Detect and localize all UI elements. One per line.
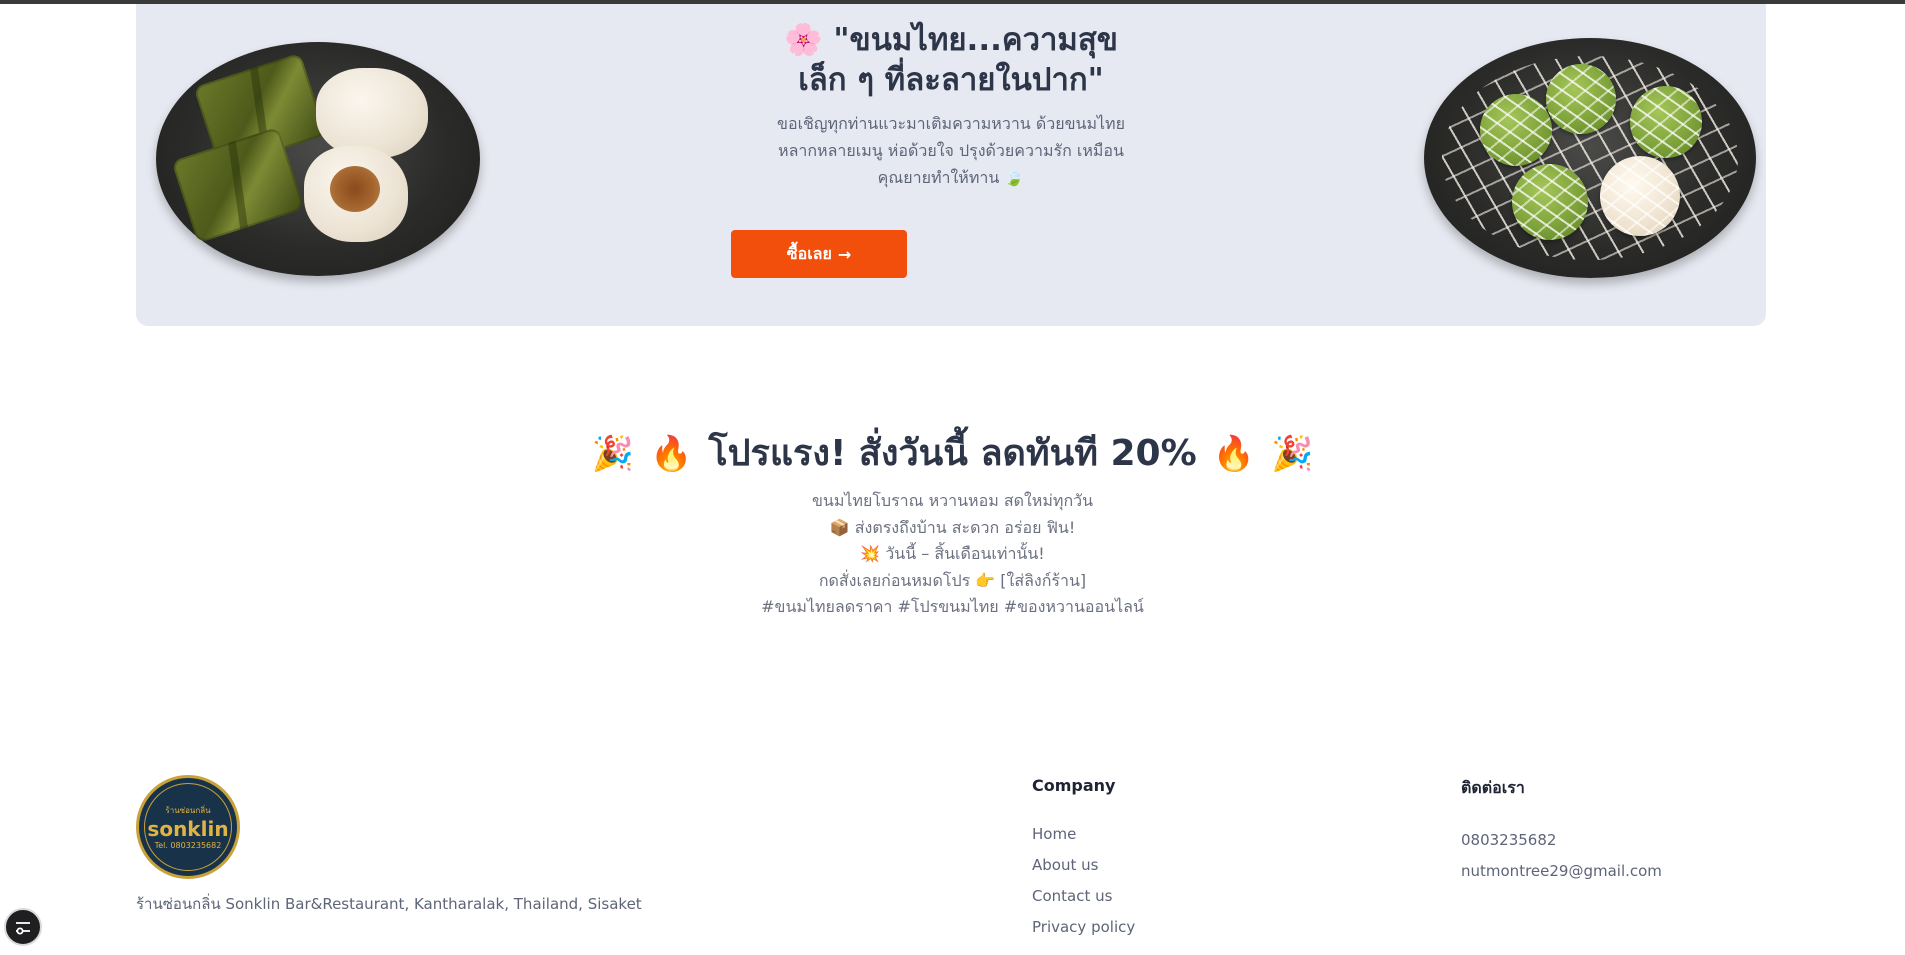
promo-section: 🎉 🔥 โปรแรง! สั่งวันนี้ ลดทันที 20% 🔥 🎉 ข… — [0, 430, 1905, 621]
footer-company-column: Company Home About us Contact us Privacy… — [1032, 776, 1135, 943]
footer-company-title: Company — [1032, 776, 1116, 795]
party-popper-icon: 🎉 — [591, 434, 634, 474]
footer-link-contact[interactable]: Contact us — [1032, 881, 1135, 912]
green-coconut-ball — [1512, 164, 1588, 240]
logo-top-text: ร้านซ่อนกลิ่น — [165, 806, 211, 815]
footer-contact-column: ติดต่อเรา 0803235682 nutmontree29@gmail.… — [1461, 776, 1662, 887]
buy-now-button[interactable]: ซื้อเลย → — [731, 230, 907, 278]
sonklin-logo[interactable]: ร้านซ่อนกลิ่น sonklin Tel. 0803235682 — [136, 775, 240, 879]
mochi-filling — [330, 166, 380, 212]
promo-line: กดสั่งเลยก่อนหมดโปร 👉 [ใส่ลิงก์ร้าน] — [818, 570, 1087, 590]
hero-description: ขอเชิญทุกท่านแวะมาเติมความหวาน ด้วยขนมไท… — [777, 114, 1125, 187]
footer-phone[interactable]: 0803235682 — [1461, 825, 1662, 856]
khanom-plate-right-image — [1424, 38, 1756, 278]
white-coconut-ball — [1600, 156, 1680, 236]
settings-sliders-icon[interactable] — [4, 908, 42, 946]
promo-title: 🎉 🔥 โปรแรง! สั่งวันนี้ ลดทันที 20% 🔥 🎉 — [0, 430, 1905, 478]
promo-line: 💥 วันนี้ – สิ้นเดือนเท่านั้น! — [860, 544, 1045, 563]
hero-text: 🌸 "ขนมไทย...ความสุขเล็ก ๆ ที่ละลายในปาก"… — [776, 20, 1126, 191]
footer-link-home[interactable]: Home — [1032, 819, 1135, 850]
green-coconut-ball — [1630, 86, 1702, 158]
logo-wordmark: sonklin — [147, 817, 229, 841]
party-popper-icon: 🎉 — [1271, 434, 1314, 474]
green-coconut-ball — [1480, 94, 1552, 166]
promo-hashtags: #ขนมไทยลดราคา #โปรขนมไทย #ของหวานออนไลน์ — [761, 597, 1144, 616]
sliders-glyph — [16, 922, 30, 935]
fire-icon: 🔥 — [1212, 434, 1255, 474]
arrow-right-icon: → — [837, 244, 852, 264]
promo-line: 📦 ส่งตรงถึงบ้าน สะดวก อร่อย ฟิน! — [829, 517, 1076, 537]
footer-email[interactable]: nutmontree29@gmail.com — [1461, 856, 1662, 887]
buy-now-label: ซื้อเลย — [786, 243, 832, 263]
hero-banner: 🌸 "ขนมไทย...ความสุขเล็ก ๆ ที่ละลายในปาก"… — [136, 4, 1766, 326]
footer-address: ร้านซ่อนกลิ่น Sonklin Bar&Restaurant, Ka… — [136, 895, 642, 913]
footer-link-privacy[interactable]: Privacy policy — [1032, 912, 1135, 943]
promo-title-text: โปรแรง! สั่งวันนี้ ลดทันที 20% — [708, 433, 1197, 474]
footer-contact-title: ติดต่อเรา — [1461, 778, 1525, 797]
footer-link-about[interactable]: About us — [1032, 850, 1135, 881]
hero-title: 🌸 "ขนมไทย...ความสุขเล็ก ๆ ที่ละลายในปาก" — [784, 22, 1118, 98]
fire-icon: 🔥 — [649, 434, 693, 474]
mochi-dessert — [316, 68, 428, 158]
mochi-dessert-cut — [304, 146, 408, 242]
green-coconut-ball — [1546, 64, 1616, 134]
promo-line: ขนมไทยโบราณ หวานหอม สดใหม่ทุกวัน — [811, 491, 1094, 510]
khanom-plate-left-image — [156, 42, 480, 276]
promo-text: ขนมไทยโบราณ หวานหอม สดใหม่ทุกวัน 📦 ส่งตร… — [0, 488, 1905, 621]
logo-bottom-text: Tel. 0803235682 — [154, 841, 222, 850]
